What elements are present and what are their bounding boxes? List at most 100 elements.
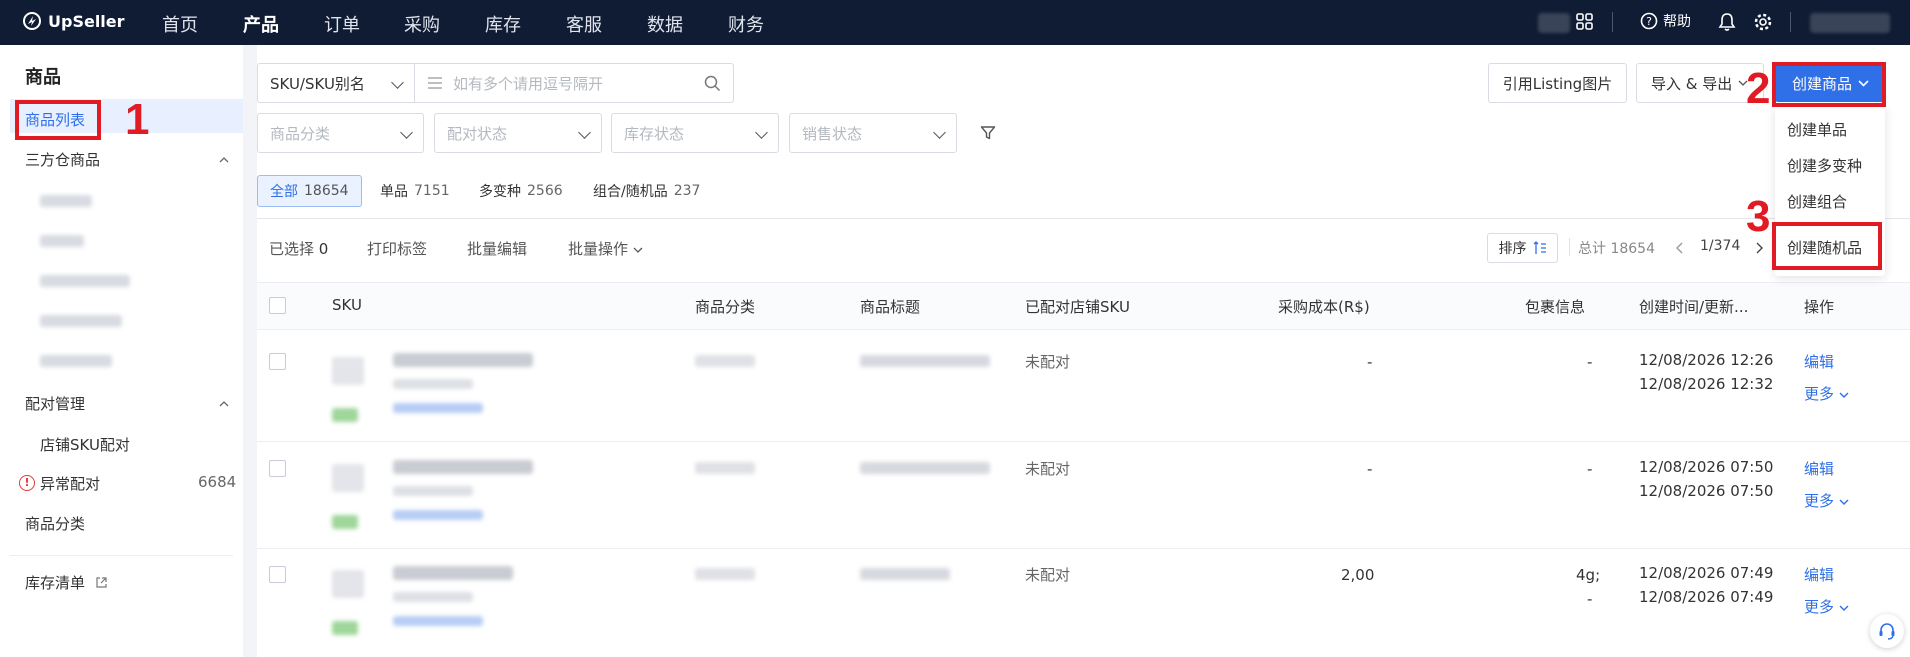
more-dropdown[interactable]: 更多 — [1804, 596, 1849, 617]
updated-time: 12/08/2026 12:32 — [1639, 375, 1774, 393]
prev-page-icon[interactable] — [1675, 241, 1685, 255]
blurred-title — [860, 355, 990, 367]
nav-purchase[interactable]: 采购 — [404, 11, 440, 37]
matched-status: 未配对 — [1025, 566, 1071, 584]
sku-search-input[interactable]: 如有多个请用逗号隔开 — [414, 63, 734, 103]
stock-status-filter-select[interactable]: 库存状态 — [611, 113, 779, 153]
blurred-title — [860, 462, 990, 474]
annotation-number-3: 3 — [1746, 192, 1771, 241]
sidebar-item-third-party-warehouse[interactable]: 三方仓商品 — [25, 149, 100, 170]
blurred-sku-link[interactable] — [393, 403, 483, 413]
blurred-warehouse-item[interactable] — [40, 355, 112, 367]
blurred-sku-name[interactable] — [393, 460, 533, 474]
bell-icon[interactable] — [1718, 12, 1736, 32]
blurred-warehouse-item[interactable] — [40, 195, 92, 207]
chevron-down-icon — [633, 247, 643, 253]
stock-status-placeholder: 库存状态 — [624, 124, 685, 143]
blurred-sku-link[interactable] — [393, 616, 483, 626]
nav-orders[interactable]: 订单 — [324, 11, 360, 37]
col-purchase-cost: 采购成本(R$) — [1278, 298, 1370, 316]
menu-item-create-multi-variant[interactable]: 创建多变种 — [1787, 155, 1862, 176]
blurred-sku-link[interactable] — [393, 510, 483, 520]
more-dropdown[interactable]: 更多 — [1804, 383, 1849, 404]
external-link-icon[interactable] — [95, 576, 108, 589]
sidebar-item-abnormal-match[interactable]: 异常配对 — [40, 473, 100, 494]
row-checkbox[interactable] — [269, 460, 286, 477]
chevron-up-icon[interactable] — [219, 155, 229, 165]
blurred-sku-name[interactable] — [393, 353, 533, 367]
brand-logo[interactable]: UpSeller — [22, 11, 125, 31]
sidebar-item-inventory-list[interactable]: 库存清单 — [25, 572, 85, 593]
row-checkbox[interactable] — [269, 353, 286, 370]
more-label: 更多 — [1804, 385, 1835, 403]
next-page-icon[interactable] — [1754, 241, 1764, 255]
customer-service-float-button[interactable] — [1870, 614, 1904, 648]
warning-icon: ! — [19, 475, 35, 491]
main-content: SKU/SKU别名 如有多个请用逗号隔开 引用Listing图片 导入 & 导出… — [257, 45, 1910, 657]
col-title: 商品标题 — [860, 298, 921, 316]
nav-data[interactable]: 数据 — [647, 11, 683, 37]
sidebar-item-product-category[interactable]: 商品分类 — [25, 513, 85, 534]
tab-single[interactable]: 单品 7151 — [380, 175, 450, 207]
tab-bundle-random[interactable]: 组合/随机品 237 — [593, 175, 700, 207]
chevron-down-icon — [400, 126, 413, 139]
bulk-operations-button[interactable]: 批量操作 — [568, 238, 643, 259]
match-status-filter-select[interactable]: 配对状态 — [434, 113, 602, 153]
product-thumbnail[interactable] — [332, 357, 364, 385]
sidebar-item-store-sku-match[interactable]: 店铺SKU配对 — [40, 434, 130, 455]
print-labels-button[interactable]: 打印标签 — [367, 238, 427, 259]
edit-link[interactable]: 编辑 — [1804, 458, 1834, 479]
gear-icon[interactable] — [1753, 12, 1773, 32]
menu-item-create-bundle[interactable]: 创建组合 — [1787, 191, 1847, 212]
product-thumbnail[interactable] — [332, 464, 364, 492]
tab-all[interactable]: 全部 18654 — [257, 175, 362, 207]
import-export-label: 导入 & 导出 — [1651, 74, 1733, 93]
chevron-down-icon — [1839, 605, 1849, 611]
purchase-cost: - — [1367, 460, 1373, 478]
package-info: - — [1587, 353, 1593, 371]
import-export-button[interactable]: 导入 & 导出 — [1636, 63, 1764, 103]
select-all-checkbox[interactable] — [269, 297, 286, 314]
more-label: 更多 — [1804, 598, 1835, 616]
help-button[interactable]: ? 帮助 — [1640, 11, 1691, 31]
search-icon[interactable] — [704, 75, 721, 92]
annotation-box-3 — [1772, 222, 1882, 270]
sale-status-filter-select[interactable]: 销售状态 — [789, 113, 957, 153]
blurred-user-account[interactable] — [1810, 13, 1890, 33]
row-checkbox[interactable] — [269, 566, 286, 583]
total-count: 总计 18654 — [1578, 241, 1655, 257]
menu-item-create-single[interactable]: 创建单品 — [1787, 119, 1847, 140]
sku-type-select[interactable]: SKU/SKU别名 — [257, 63, 415, 103]
edit-link[interactable]: 编辑 — [1804, 351, 1834, 372]
sidebar-item-match-management[interactable]: 配对管理 — [25, 393, 85, 414]
tab-all-label: 全部 — [270, 184, 298, 200]
edit-link[interactable]: 编辑 — [1804, 564, 1834, 585]
filter-funnel-icon[interactable] — [980, 125, 996, 141]
help-label: 帮助 — [1663, 14, 1691, 30]
nav-finance[interactable]: 财务 — [728, 11, 764, 37]
product-thumbnail[interactable] — [332, 570, 364, 598]
blurred-sku-name[interactable] — [393, 566, 513, 580]
blurred-shop-avatar[interactable] — [1538, 13, 1570, 33]
tab-multi-variant[interactable]: 多变种 2566 — [479, 175, 563, 207]
bulk-edit-button[interactable]: 批量编辑 — [467, 238, 527, 259]
sidebar-title: 商品 — [25, 67, 61, 88]
listing-images-button[interactable]: 引用Listing图片 — [1488, 63, 1627, 103]
category-filter-select[interactable]: 商品分类 — [257, 113, 424, 153]
col-category: 商品分类 — [695, 298, 756, 316]
nav-home[interactable]: 首页 — [162, 11, 198, 37]
annotation-box-1 — [15, 100, 101, 140]
category-filter-placeholder: 商品分类 — [270, 124, 331, 143]
chevron-up-icon[interactable] — [219, 399, 229, 409]
blurred-warehouse-item[interactable] — [40, 315, 122, 327]
nav-customer-service[interactable]: 客服 — [566, 11, 602, 37]
blurred-warehouse-item[interactable] — [40, 275, 130, 287]
more-dropdown[interactable]: 更多 — [1804, 490, 1849, 511]
nav-inventory[interactable]: 库存 — [485, 11, 521, 37]
sort-button[interactable]: 排序 — [1487, 233, 1558, 263]
nav-products[interactable]: 产品 — [243, 11, 279, 37]
apps-grid-icon[interactable] — [1576, 13, 1594, 31]
match-status-placeholder: 配对状态 — [447, 124, 508, 143]
col-operations: 操作 — [1804, 298, 1835, 316]
blurred-warehouse-item[interactable] — [40, 235, 84, 247]
